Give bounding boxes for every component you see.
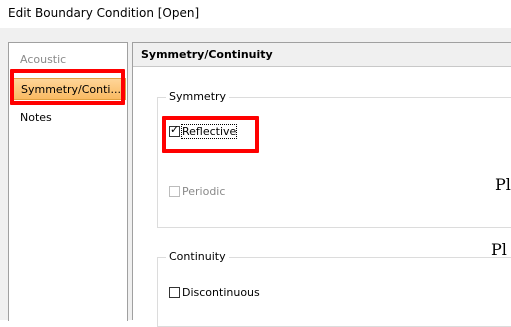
- symmetry-group-legend: Symmetry: [166, 90, 230, 103]
- content-header: Symmetry/Continuity: [133, 43, 511, 67]
- reflective-highlight-box: [162, 116, 259, 153]
- title-bar: Edit Boundary Condition [Open]: [0, 0, 511, 28]
- periodic-checkbox-box: [169, 186, 180, 197]
- discontinuous-checkbox-box[interactable]: [169, 287, 180, 298]
- nav-item-notes[interactable]: Notes: [10, 107, 126, 129]
- nav-item-acoustic[interactable]: Acoustic: [10, 49, 126, 71]
- overlay-text-2: Pl: [491, 240, 507, 259]
- content-panel: Symmetry/Continuity Symmetry Continuity: [132, 42, 511, 327]
- periodic-label: Periodic: [182, 185, 226, 198]
- content-header-title: Symmetry/Continuity: [141, 48, 273, 61]
- continuity-group-legend: Continuity: [166, 250, 229, 263]
- overlay-text-1: Pl: [495, 175, 511, 194]
- discontinuous-label: Discontinuous: [182, 286, 260, 299]
- nav-highlight-box: [10, 69, 125, 105]
- window-title: Edit Boundary Condition [Open]: [8, 6, 200, 20]
- periodic-checkbox: Periodic: [169, 184, 225, 200]
- discontinuous-checkbox[interactable]: Discontinuous: [169, 285, 260, 301]
